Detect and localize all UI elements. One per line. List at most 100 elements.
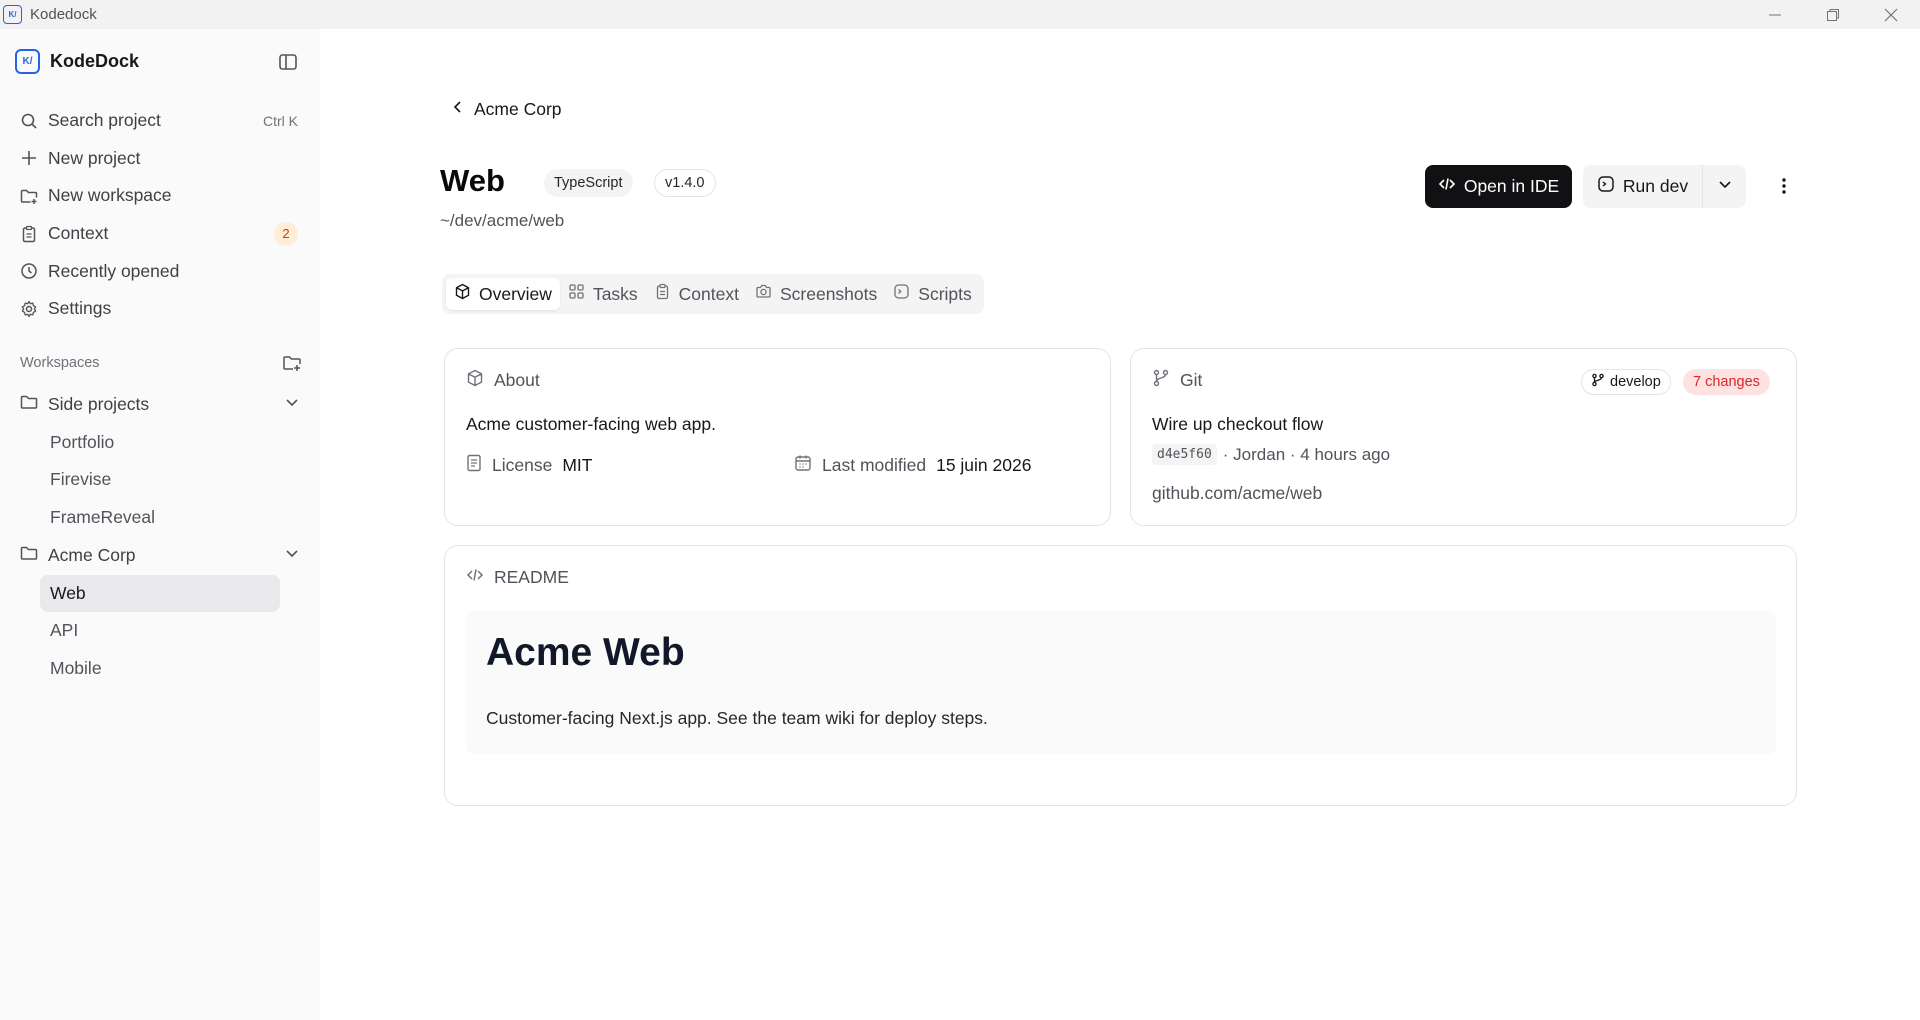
git-branch-icon — [1152, 369, 1170, 392]
shortcut-hint: Ctrl K — [263, 112, 298, 129]
nav-label: New project — [48, 147, 141, 168]
brand-name: KodeDock — [50, 51, 140, 71]
project-item-firevise[interactable]: Firevise — [40, 461, 280, 499]
tab-context[interactable]: Context — [646, 278, 747, 310]
folder-icon — [20, 544, 38, 567]
project-item-portfolio[interactable]: Portfolio — [40, 424, 280, 462]
workspace-name: Acme Corp — [48, 545, 136, 566]
terminal-icon — [1597, 175, 1615, 198]
nav-new-project[interactable]: New project — [0, 140, 320, 178]
commit-author-time: · Jordan · 4 hours ago — [1222, 444, 1391, 464]
project-description: Acme customer-facing web app. — [466, 414, 716, 434]
tab-label: Overview — [479, 283, 552, 304]
minimize-button[interactable] — [1746, 0, 1804, 29]
open-in-ide-label: Open in IDE — [1463, 176, 1560, 196]
open-in-ide-button[interactable]: Open in IDE — [1425, 165, 1572, 208]
tab-label: Screenshots — [779, 283, 878, 304]
nav-label: Recently opened — [48, 260, 180, 281]
workspace-folder[interactable]: Acme Corp — [0, 537, 320, 575]
workspace-folder[interactable]: Side projects — [0, 386, 320, 424]
sidebar-nav: Search project Ctrl K New project New wo… — [0, 102, 320, 328]
page-title: Web — [440, 163, 505, 198]
sidebar: K/ KodeDock Search project Ctrl K New pr… — [0, 29, 320, 1020]
plus-icon — [20, 149, 38, 167]
project-item-mobile[interactable]: Mobile — [40, 650, 280, 688]
workspace-side-projects: Side projects Portfolio Firevise FrameRe… — [0, 386, 320, 536]
branch-name: develop — [1610, 374, 1661, 390]
git-header: Git — [1152, 369, 1202, 392]
add-workspace-icon[interactable] — [282, 353, 302, 378]
camera-icon — [755, 283, 772, 305]
tab-label: Context — [678, 283, 739, 304]
tab-label: Scripts — [918, 283, 972, 304]
about-title: About — [494, 370, 540, 390]
tab-overview[interactable]: Overview — [446, 278, 560, 310]
back-link[interactable]: Acme Corp — [450, 99, 562, 120]
search-icon — [20, 112, 38, 130]
remote-url[interactable]: github.com/acme/web — [1152, 483, 1322, 504]
nav-settings[interactable]: Settings — [0, 290, 320, 328]
commit-message: Wire up checkout flow — [1152, 414, 1324, 434]
restore-button[interactable] — [1804, 0, 1862, 29]
context-count-badge: 2 — [274, 221, 298, 246]
workspace-acme-corp: Acme Corp Web API Mobile — [0, 537, 320, 687]
nav-label: Context — [48, 223, 109, 244]
window-controls — [1746, 0, 1920, 29]
tab-scripts[interactable]: Scripts — [885, 278, 979, 310]
clipboard-icon — [20, 225, 38, 243]
chevron-down-icon[interactable] — [284, 394, 300, 415]
tab-screenshots[interactable]: Screenshots — [747, 278, 885, 310]
brand[interactable]: K/ KodeDock — [15, 49, 139, 74]
tab-label: Tasks — [592, 283, 638, 304]
last-modified-label: Last modified — [822, 455, 927, 475]
code-icon — [466, 566, 484, 589]
clipboard-icon — [654, 283, 671, 305]
package-icon — [454, 283, 471, 305]
about-card: About Acme customer-facing web app. Lice… — [444, 348, 1111, 526]
run-dev-button[interactable]: Run dev — [1583, 165, 1703, 208]
tab-tasks[interactable]: Tasks — [560, 278, 646, 310]
changes-badge[interactable]: 7 changes — [1683, 369, 1770, 395]
code-icon — [1438, 175, 1456, 198]
readme-header: README — [466, 566, 569, 589]
workspaces-header: Workspaces — [20, 355, 302, 371]
run-dev-label: Run dev — [1622, 176, 1689, 196]
version-badge: v1.4.0 — [654, 169, 716, 197]
chevron-down-icon[interactable] — [284, 545, 300, 566]
sidebar-toggle-icon[interactable] — [278, 52, 298, 72]
package-icon — [466, 369, 484, 392]
chevron-left-icon — [450, 99, 466, 120]
folder-icon — [20, 393, 38, 416]
main-content: Acme Corp Web TypeScript v1.4.0 ~/dev/ac… — [320, 29, 1920, 1020]
git-title: Git — [1180, 370, 1203, 390]
terminal-icon — [893, 283, 910, 305]
readme-paragraph: Customer-facing Next.js app. See the tea… — [486, 708, 988, 728]
about-header: About — [466, 369, 540, 392]
calendar-icon — [794, 454, 812, 477]
last-modified-meta: Last modified 15 juin 2026 — [794, 454, 1031, 477]
branch-badge[interactable]: develop — [1581, 369, 1671, 395]
more-options-icon[interactable] — [1771, 173, 1797, 199]
close-button[interactable] — [1862, 0, 1920, 29]
nav-search-project[interactable]: Search project Ctrl K — [0, 102, 320, 140]
project-item-api[interactable]: API — [40, 612, 280, 650]
run-options-dropdown[interactable] — [1703, 165, 1746, 208]
project-item-web[interactable]: Web — [40, 574, 280, 613]
language-badge: TypeScript — [544, 169, 633, 197]
app-logo-icon: K/ — [3, 5, 22, 24]
gear-icon — [20, 300, 38, 318]
run-dev-split-button: Run dev — [1583, 165, 1746, 208]
nav-new-workspace[interactable]: New workspace — [0, 177, 320, 215]
git-branch-icon — [1591, 373, 1605, 391]
nav-context[interactable]: Context 2 — [0, 215, 320, 253]
license-value: MIT — [562, 455, 593, 475]
commit-hash[interactable]: d4e5f60 — [1152, 444, 1217, 465]
readme-card: README Acme Web Customer-facing Next.js … — [444, 545, 1797, 806]
last-modified-value: 15 juin 2026 — [936, 455, 1032, 475]
license-meta: License MIT — [466, 454, 592, 477]
brand-logo-icon: K/ — [15, 49, 40, 74]
commit-meta: d4e5f60 · Jordan · 4 hours ago — [1152, 444, 1390, 465]
license-label: License — [492, 455, 553, 475]
project-item-framereveal[interactable]: FrameReveal — [40, 499, 280, 537]
nav-recently-opened[interactable]: Recently opened — [0, 252, 320, 290]
